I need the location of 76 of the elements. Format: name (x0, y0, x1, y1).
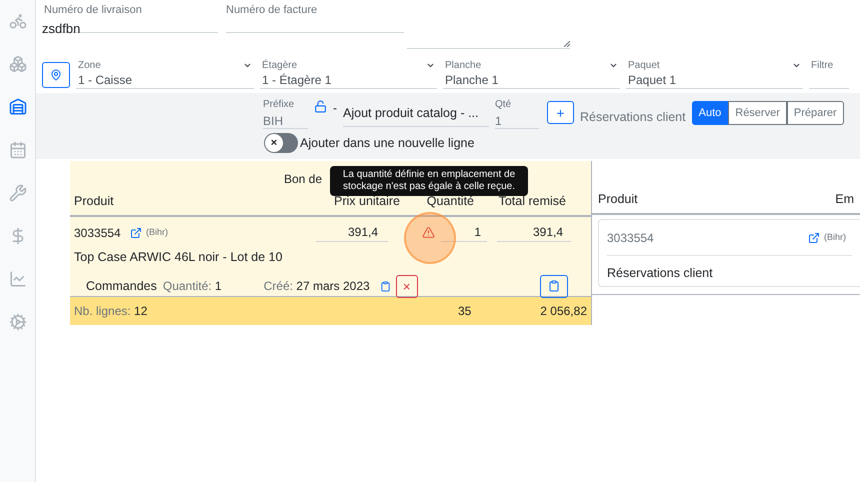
supplier-text: (Bihr) (824, 230, 846, 244)
field-value: Paquet 1 (628, 73, 678, 88)
column-header: Prix unitaire (333, 193, 400, 210)
total-field[interactable]: 391,4 (497, 223, 571, 242)
map-pin-icon (50, 69, 62, 81)
field-label: Planche (445, 59, 482, 73)
field-value: 1 - Caisse (78, 73, 134, 88)
calendar-icon[interactable] (8, 141, 26, 159)
toggle-switch[interactable]: × (264, 133, 298, 153)
dropdown-caret-icon (426, 61, 435, 70)
field-label: Paquet (628, 59, 660, 73)
separator-text: - (333, 100, 337, 117)
dropdown-caret-icon (609, 61, 618, 70)
orders-link[interactable]: Commandes (86, 276, 157, 296)
created-date: Créé: 27 mars 2023 (264, 278, 370, 296)
wrench-icon[interactable] (8, 184, 26, 202)
field-label: Préfixe (263, 98, 296, 112)
table-title: Bon de (284, 172, 322, 186)
field-value: BIH (263, 113, 284, 130)
field-label: Filtre (811, 59, 834, 73)
mode-toggle[interactable]: Réserver (728, 101, 787, 125)
boxes-icon[interactable] (8, 55, 26, 73)
column-header: Quantité (426, 193, 474, 210)
toggle-label: Ajouter dans une nouvelle ligne (300, 134, 474, 152)
switch-knob: × (265, 134, 283, 152)
product-sku: 3033554 (74, 224, 122, 242)
chart-icon[interactable] (8, 270, 26, 288)
column-header: Total remisé (498, 193, 566, 210)
warning-icon (422, 226, 435, 239)
field-value: Planche 1 (445, 73, 500, 88)
prefix-field[interactable]: Préfixe BIH (263, 97, 308, 129)
quantity-field[interactable]: 1 (441, 223, 487, 242)
warehouse-icon[interactable] (8, 98, 26, 116)
invoice-number-field[interactable]: Numéro de facture (226, 2, 404, 33)
select-field[interactable]: Étagère 1 - Étagère 1 (260, 59, 437, 89)
dropdown-caret-icon (243, 61, 252, 70)
column-header: Em (835, 191, 854, 208)
field-label: Zone (78, 59, 101, 73)
add-button[interactable]: + (547, 101, 574, 124)
delivery-number-field[interactable]: Numéro de livraison zsdfbn (42, 2, 218, 33)
quantity-field[interactable]: Qté 1 (495, 97, 539, 129)
select-field[interactable]: Paquet Paquet 1 (626, 59, 803, 89)
column-header: Produit (598, 191, 639, 208)
mode-toggle[interactable]: Auto (692, 101, 728, 125)
external-link-icon (808, 232, 820, 244)
field-label: Étagère (262, 59, 298, 73)
field-label: Numéro de facture (226, 3, 318, 18)
supplier-text: (Bihr) (146, 226, 169, 239)
select-field[interactable]: Zone 1 - Caisse (76, 59, 254, 89)
row-count: Nb. lignes: 12 (74, 303, 148, 320)
product-search-field[interactable]: Ajout produit catalog - ... (343, 104, 489, 127)
text-field[interactable]: Filtre (809, 59, 849, 89)
field-label: Numéro de livraison (43, 3, 143, 18)
unit-price-field[interactable]: 391,4 (316, 223, 388, 242)
mode-toggle[interactable]: Préparer (786, 101, 844, 125)
product-name: Top Case ARWIC 46L noir - Lot de 10 (74, 249, 284, 266)
reservations-text: Réservations client (607, 265, 714, 282)
unlock-icon[interactable] (314, 100, 327, 113)
column-header: Produit (74, 193, 115, 210)
grand-total: 2 056,82 (540, 303, 587, 320)
select-field[interactable]: Planche Planche 1 (443, 59, 620, 89)
field-value: 1 (495, 113, 503, 130)
order-quantity: Quantité: 1 (162, 278, 222, 296)
resize-handle-icon (564, 41, 570, 47)
external-link-icon (130, 226, 142, 238)
dropdown-caret-icon (792, 61, 801, 70)
gears-icon[interactable] (8, 313, 26, 331)
tooltip: La quantité définie en emplacement de stockage n'est pas égale à celle reçue. (330, 166, 528, 196)
clipboard-icon (548, 280, 560, 292)
clipboard-icon (380, 280, 391, 292)
reservations-label: Réservations client (580, 109, 686, 126)
total-quantity: 35 (458, 303, 472, 320)
product-sku: 3033554 (607, 230, 655, 246)
field-label: Qté (495, 98, 512, 112)
field-value: 1 - Étagère 1 (262, 73, 332, 88)
location-pin-button[interactable] (42, 62, 70, 88)
